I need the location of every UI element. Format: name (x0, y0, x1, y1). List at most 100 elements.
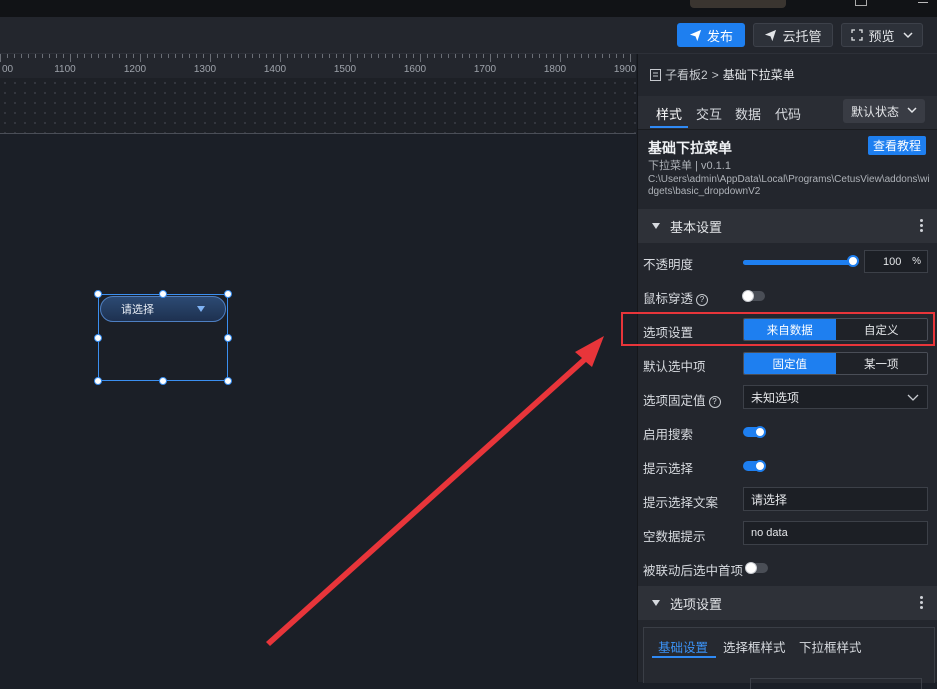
default-selected-segmented: 固定值 某一项 (743, 352, 928, 375)
ruler-label: 1800 (543, 64, 567, 75)
opacity-input[interactable]: 100 % (864, 250, 928, 273)
ruler-label: 1400 (263, 64, 287, 75)
ruler-major-tick (420, 54, 421, 62)
ruler-tick (602, 54, 603, 58)
help-icon[interactable]: ? (696, 294, 709, 306)
ruler-tick (336, 54, 337, 58)
selected-dropdown-widget[interactable]: 请选择 (98, 294, 228, 381)
horizontal-ruler: 00 1100 1200 1300 1400 1500 1600 1700 1800 1900 (0, 54, 636, 78)
widget-title: 基础下拉菜单 (648, 140, 732, 156)
ruler-tick (364, 54, 365, 58)
section-options-title: 选项设置 (670, 596, 723, 612)
enable-search-toggle[interactable] (743, 426, 766, 438)
preview-button[interactable]: 预览 (841, 23, 923, 47)
resize-handle-r[interactable] (224, 334, 232, 342)
subtab-basic[interactable]: 基础设置 (658, 637, 708, 656)
resize-handle-b[interactable] (159, 377, 167, 385)
breadcrumb-parent[interactable]: 子看板2 (665, 66, 708, 83)
ruler-tick (77, 54, 78, 58)
active-subtab-indicator (652, 656, 716, 658)
top-notification-pill (690, 0, 786, 8)
empty-data-input[interactable]: no data (743, 521, 928, 545)
highlight-box (621, 312, 935, 346)
toggle-knob (742, 290, 754, 302)
mouse-passthrough-toggle[interactable] (742, 290, 765, 302)
resize-handle-l[interactable] (94, 334, 102, 342)
dashboard-icon (650, 68, 661, 81)
prompt-text-input[interactable]: 请选择 (743, 487, 928, 511)
ruler-tick (56, 54, 57, 58)
ruler-tick (497, 54, 498, 58)
minimize-icon[interactable] (918, 2, 928, 3)
collapse-triangle-icon (652, 223, 660, 229)
more-vertical-icon[interactable] (920, 219, 923, 234)
ruler-tick (161, 54, 162, 58)
ruler-tick (252, 54, 253, 58)
more-vertical-icon[interactable] (920, 596, 923, 611)
publish-button[interactable]: 发布 (677, 23, 745, 47)
linked-first-toggle[interactable] (745, 562, 768, 574)
ruler-tick (469, 54, 470, 58)
active-tab-indicator (650, 126, 688, 128)
resize-handle-t[interactable] (159, 290, 167, 298)
ruler-tick (112, 54, 113, 58)
widget-version: 下拉菜单 | v0.1.1 (648, 160, 731, 172)
maximize-icon[interactable] (855, 0, 867, 6)
ruler-tick (196, 54, 197, 58)
ruler-tick (315, 54, 316, 58)
ruler-tick (49, 54, 50, 58)
subtab-selectbox-style[interactable]: 选择框样式 (723, 637, 786, 656)
tab-interaction[interactable]: 交互 (696, 104, 722, 123)
ruler-tick (427, 54, 428, 58)
breadcrumb-current: 基础下拉菜单 (722, 68, 795, 82)
ruler-major-tick (560, 54, 561, 62)
ruler-major-tick (140, 54, 141, 62)
fixed-value-label: 选项固定值 (643, 394, 706, 408)
option-some-item[interactable]: 某一项 (835, 353, 927, 374)
tab-data[interactable]: 数据 (735, 104, 761, 123)
ruler-tick (308, 54, 309, 58)
ruler-tick (35, 54, 36, 58)
subtab-content-input[interactable] (750, 678, 922, 689)
dropdown-preview[interactable]: 请选择 (100, 296, 226, 322)
ruler-label: 1500 (333, 64, 357, 75)
ruler-tick (567, 54, 568, 58)
caret-down-icon (197, 306, 205, 312)
editor-canvas[interactable] (0, 134, 636, 682)
ruler-tick (154, 54, 155, 58)
opacity-slider-knob[interactable] (847, 255, 859, 267)
ruler-tick (133, 54, 134, 58)
ruler-tick (539, 54, 540, 58)
options-subtabs: 基础设置 选择框样式 下拉框样式 (643, 627, 935, 689)
ruler-tick (371, 54, 372, 58)
subtab-dropdown-style[interactable]: 下拉框样式 (799, 637, 862, 656)
ruler-tick (609, 54, 610, 58)
fixed-value-select[interactable]: 未知选项 (743, 385, 928, 409)
state-select[interactable]: 默认状态 (843, 99, 925, 123)
cloud-hosting-button[interactable]: 云托管 (753, 23, 833, 47)
resize-handle-tr[interactable] (224, 290, 232, 298)
ruler-tick (105, 54, 106, 58)
mouse-passthrough-row: 鼠标穿透? (643, 288, 709, 307)
option-fixed-value[interactable]: 固定值 (744, 353, 836, 374)
section-basic-title: 基本设置 (670, 219, 723, 235)
tab-style[interactable]: 样式 (656, 104, 682, 123)
opacity-slider[interactable] (743, 260, 853, 265)
section-basic-settings[interactable]: 基本设置 (638, 209, 937, 243)
view-tutorial-button[interactable]: 查看教程 (868, 136, 926, 155)
resize-handle-br[interactable] (224, 377, 232, 385)
fixed-value-row: 选项固定值? (643, 390, 721, 409)
help-icon[interactable]: ? (708, 396, 721, 408)
tab-code[interactable]: 代码 (775, 104, 801, 123)
ruler-tick (343, 54, 344, 58)
resize-handle-tl[interactable] (94, 290, 102, 298)
ruler-tick (7, 54, 8, 58)
ruler-tick (175, 54, 176, 58)
ruler-tick (147, 54, 148, 58)
resize-handle-bl[interactable] (94, 377, 102, 385)
ruler-tick (273, 54, 274, 58)
section-options-settings[interactable]: 选项设置 (638, 586, 937, 620)
ruler-tick (84, 54, 85, 58)
ruler-tick (28, 54, 29, 58)
prompt-select-toggle[interactable] (743, 460, 766, 472)
